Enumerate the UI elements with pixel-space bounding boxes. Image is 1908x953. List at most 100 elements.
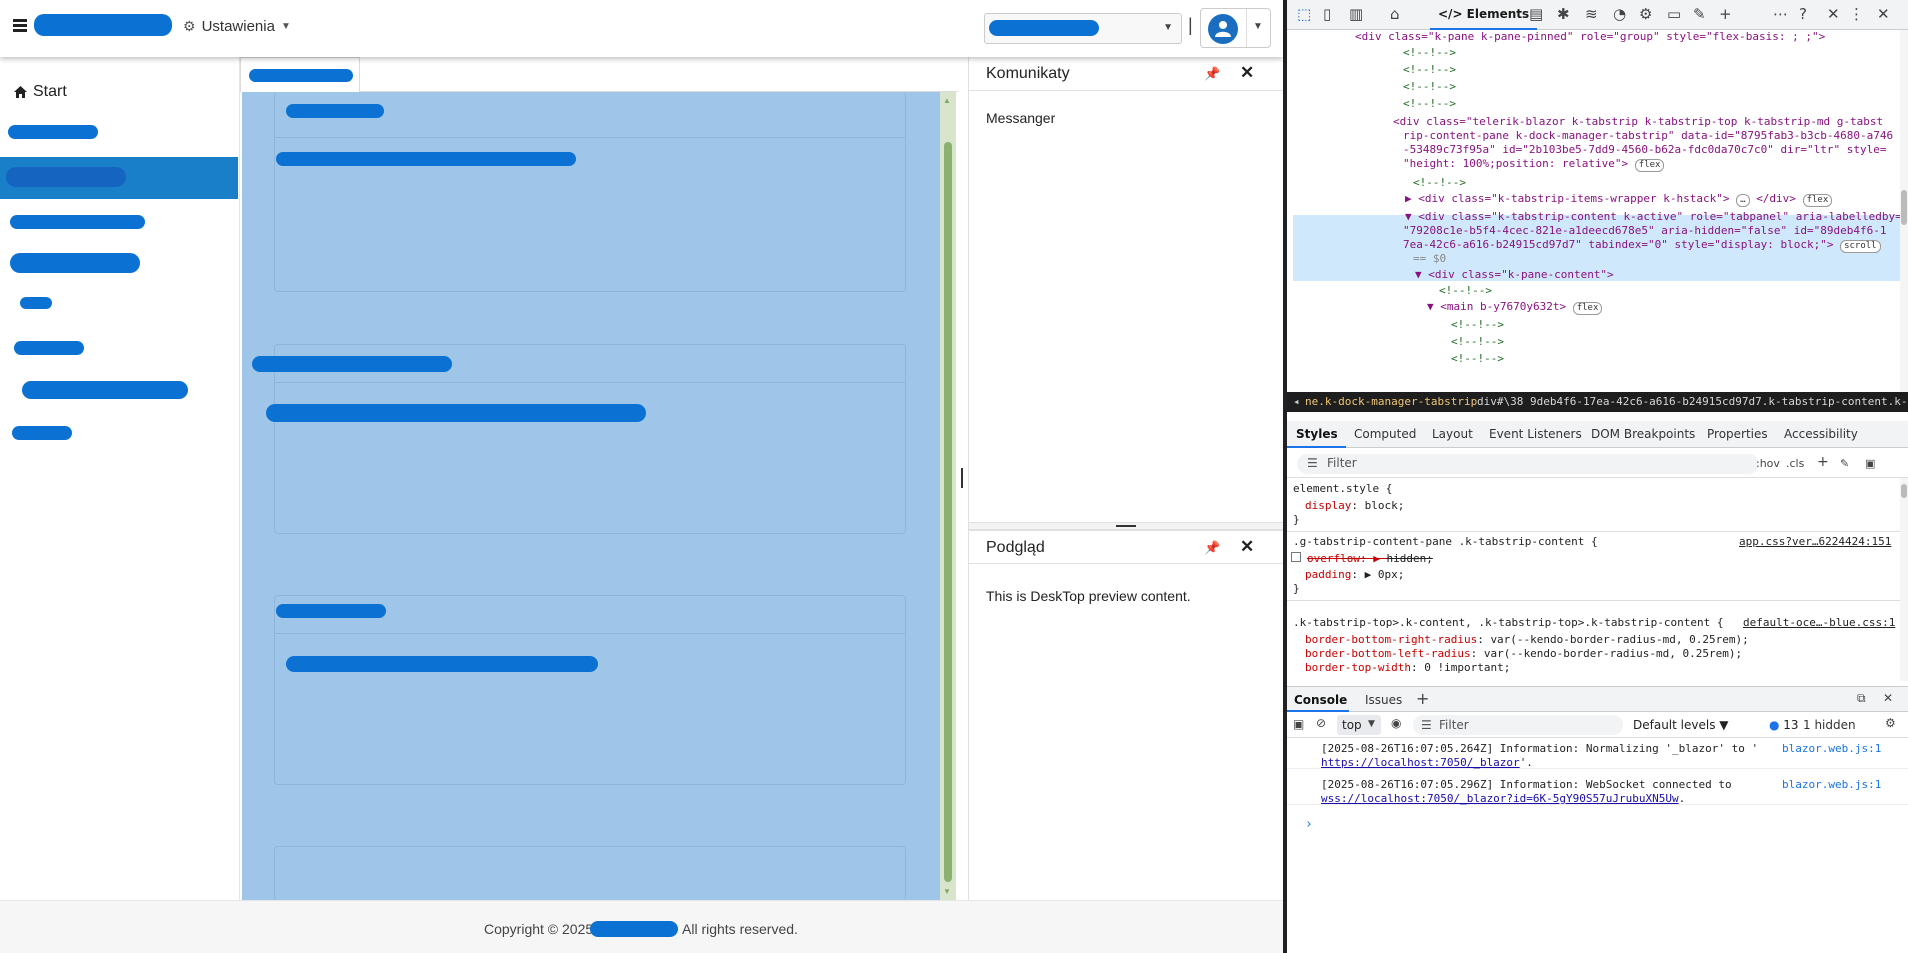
dom-node[interactable]: <div class="telerik-blazor k-tabstrip k-… <box>1393 115 1883 129</box>
scroll-up-icon[interactable]: ▲ <box>943 96 951 105</box>
message-link[interactable]: https://localhost:7050/_blazor <box>1321 756 1520 769</box>
css-source-link[interactable]: app.css?ver…6224424:151 <box>1739 535 1891 549</box>
sidebar-toggle-icon[interactable]: ▣ <box>1865 457 1875 470</box>
dom-node[interactable]: <div class="k-pane k-pane-pinned" role="… <box>1355 30 1825 44</box>
tab-console[interactable]: Console <box>1294 693 1347 707</box>
sidebar-toggle-icon[interactable]: ▥ <box>1349 5 1363 23</box>
ellipsis-badge[interactable]: … <box>1736 194 1750 207</box>
sidebar-item-redacted[interactable] <box>10 253 140 273</box>
plus-icon[interactable]: + <box>1817 454 1829 470</box>
tab-styles[interactable]: Styles <box>1296 427 1338 441</box>
breadcrumb-left-arrow-icon[interactable]: ◂ <box>1293 392 1300 412</box>
issues-counter[interactable]: ● 13 <box>1769 718 1799 732</box>
console-source-link[interactable]: blazor.web.js:1 <box>1782 742 1881 756</box>
message-link[interactable]: wss://localhost:7050/_blazor?id=6K-5gY90… <box>1321 792 1679 805</box>
performance-icon[interactable]: ◔ <box>1613 5 1626 23</box>
close-icon[interactable]: ✕ <box>1240 537 1254 557</box>
application-icon[interactable]: ▭ <box>1667 5 1681 23</box>
styles-pane[interactable]: element.style { display: block; } .g-tab… <box>1287 478 1900 681</box>
paint-icon[interactable]: ✎ <box>1840 457 1849 470</box>
bug-icon[interactable]: ✱ <box>1557 5 1570 23</box>
breadcrumb-item-active[interactable]: div#\38 9deb4f6-17ea-42c6-a616-b24915cd9… <box>1477 392 1908 412</box>
css-source-link[interactable]: default-oce…-blue.css:1 <box>1743 616 1895 630</box>
sidebar-toggle-icon[interactable]: ▣ <box>1293 717 1304 731</box>
network-icon[interactable]: ≋ <box>1585 5 1598 23</box>
tenant-select[interactable]: ▼ <box>984 13 1182 44</box>
close-icon[interactable]: ✕ <box>1883 691 1893 705</box>
dom-tree-scrollbar[interactable] <box>1900 30 1908 392</box>
more-icon[interactable]: ⋯ <box>1773 5 1788 23</box>
sidebar-item-active[interactable] <box>0 157 238 199</box>
paint-icon[interactable]: ✎ <box>1693 5 1706 23</box>
dock-icon[interactable]: ⧉ <box>1857 691 1866 706</box>
tab-properties[interactable]: Properties <box>1707 427 1768 441</box>
css-declaration[interactable]: overflow: ▶ hidden; <box>1291 552 1433 566</box>
flex-badge[interactable]: flex <box>1572 302 1603 315</box>
tab-accessibility[interactable]: Accessibility <box>1784 427 1858 441</box>
styles-filter-input[interactable]: ☰ Filter <box>1297 454 1759 474</box>
user-menu-button[interactable]: ▼ <box>1200 8 1271 48</box>
gear-icon[interactable]: ⚙ <box>1885 716 1896 730</box>
scrollbar-thumb[interactable] <box>944 142 952 882</box>
hov-toggle[interactable]: :hov <box>1756 457 1780 470</box>
horizontal-splitter[interactable] <box>969 522 1283 530</box>
more-vertical-icon[interactable]: ⋮ <box>1849 5 1864 23</box>
tab-active[interactable] <box>240 57 360 92</box>
tab-issues[interactable]: Issues <box>1365 693 1402 707</box>
plus-icon[interactable]: + <box>1719 5 1732 23</box>
device-toolbar-icon[interactable]: ▯ <box>1323 5 1331 23</box>
flex-badge[interactable]: flex <box>1802 194 1833 207</box>
menu-icon[interactable] <box>13 19 27 33</box>
checkbox[interactable] <box>1291 552 1301 562</box>
cls-toggle[interactable]: .cls <box>1786 457 1804 470</box>
scroll-badge[interactable]: scroll <box>1840 240 1881 253</box>
vertical-splitter-handle[interactable] <box>961 468 963 488</box>
tab-dom-breakpoints[interactable]: DOM Breakpoints <box>1591 427 1695 441</box>
sidebar-item-start[interactable]: Start <box>14 83 67 101</box>
scroll-down-icon[interactable]: ▼ <box>943 887 951 896</box>
close-icon[interactable]: ✕ <box>1877 5 1890 23</box>
vertical-scrollbar[interactable]: ▲ ▼ <box>940 92 956 900</box>
styles-scrollbar[interactable] <box>1900 478 1908 681</box>
tab-computed[interactable]: Computed <box>1354 427 1416 441</box>
sidebar-item-redacted[interactable] <box>8 125 98 139</box>
sidebar-item-redacted[interactable] <box>20 297 52 309</box>
close-icon[interactable]: ✕ <box>1827 5 1840 23</box>
settings-menu[interactable]: ⚙ Ustawienia ▼ <box>183 18 291 35</box>
css-declaration[interactable]: border-top-width: 0 !important; <box>1305 661 1510 675</box>
gear-icon[interactable]: ⚙ <box>1639 5 1652 23</box>
dom-node[interactable]: ▼ <main b-y7670y632t> flex <box>1427 300 1603 315</box>
console-filter-input[interactable]: ☰ Filter <box>1413 715 1623 735</box>
console-source-link[interactable]: blazor.web.js:1 <box>1782 778 1881 792</box>
css-declaration[interactable]: padding: ▶ 0px; <box>1305 568 1404 582</box>
inspect-icon[interactable]: ⬚ <box>1297 5 1311 23</box>
scrollbar-thumb[interactable] <box>1901 484 1907 498</box>
breadcrumb-item[interactable]: ne.k-dock-manager-tabstrip <box>1305 392 1477 412</box>
close-icon[interactable]: ✕ <box>1240 63 1254 83</box>
sidebar-item-redacted[interactable] <box>10 215 145 229</box>
eye-icon[interactable]: ◉ <box>1391 716 1401 730</box>
scrollbar-thumb[interactable] <box>1901 190 1907 225</box>
flex-badge[interactable]: flex <box>1634 159 1665 172</box>
tab-event-listeners[interactable]: Event Listeners <box>1489 427 1582 441</box>
console-icon[interactable]: ▤ <box>1529 5 1543 23</box>
tab-elements[interactable]: </> Elements <box>1430 0 1538 30</box>
sidebar-item-redacted[interactable] <box>22 381 188 399</box>
css-declaration[interactable]: border-bottom-left-radius: var(--kendo-b… <box>1305 647 1742 661</box>
home-icon[interactable]: ⌂ <box>1390 5 1400 23</box>
context-select[interactable]: top ▼ <box>1337 715 1381 735</box>
dom-node[interactable]: ▶ <div class="k-tabstrip-items-wrapper k… <box>1405 192 1833 207</box>
dom-node[interactable]: ▼ <div class="k-pane-content"> <box>1415 268 1614 282</box>
sidebar-item-redacted[interactable] <box>12 426 72 440</box>
tab-layout[interactable]: Layout <box>1432 427 1473 441</box>
css-declaration[interactable]: border-bottom-right-radius: var(--kendo-… <box>1305 633 1749 647</box>
dom-node-selected[interactable]: ▼ <div class="k-tabstrip-content k-activ… <box>1405 210 1900 224</box>
pin-icon[interactable]: 📌 <box>1204 66 1220 82</box>
pin-icon[interactable]: 📌 <box>1204 540 1220 556</box>
css-declaration[interactable]: display: block; <box>1305 499 1404 513</box>
console-prompt-icon[interactable]: › <box>1305 818 1313 832</box>
log-levels-select[interactable]: Default levels ▼ <box>1633 718 1729 732</box>
help-icon[interactable]: ? <box>1799 5 1807 23</box>
clear-console-icon[interactable]: ⊘ <box>1316 716 1326 730</box>
dom-tree[interactable]: <div class="k-pane k-pane-pinned" role="… <box>1287 30 1900 392</box>
